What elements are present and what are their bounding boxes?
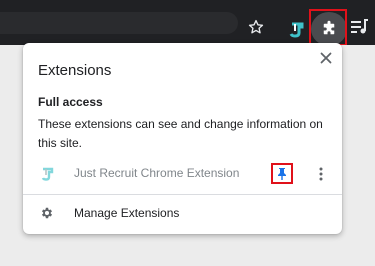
close-icon[interactable] <box>318 50 334 66</box>
more-options-icon[interactable] <box>316 165 326 183</box>
extensions-menu-title: Extensions <box>38 62 112 79</box>
extension-name: Just Recruit Chrome Extension <box>74 166 240 180</box>
extensions-menu: Extensions Full access These extensions … <box>23 43 342 234</box>
full-access-heading: Full access <box>38 95 103 109</box>
full-access-description: These extensions can see and change info… <box>38 117 323 150</box>
extension-item-just-recruit[interactable]: Just Recruit Chrome Extension <box>23 161 342 186</box>
browser-toolbar <box>0 0 375 46</box>
pin-icon <box>278 167 286 180</box>
omnibox-area[interactable] <box>0 12 238 34</box>
media-queue-icon[interactable] <box>350 18 370 36</box>
gear-icon <box>40 206 54 220</box>
extensions-button-highlight <box>309 9 347 46</box>
just-recruit-logo-icon <box>40 165 56 181</box>
manage-extensions-item[interactable]: Manage Extensions <box>23 201 342 227</box>
pin-extension-button[interactable] <box>271 163 293 184</box>
menu-divider <box>23 194 342 195</box>
bookmark-star-icon[interactable] <box>246 17 266 37</box>
manage-extensions-label: Manage Extensions <box>74 206 180 220</box>
just-recruit-icon[interactable] <box>286 17 308 39</box>
